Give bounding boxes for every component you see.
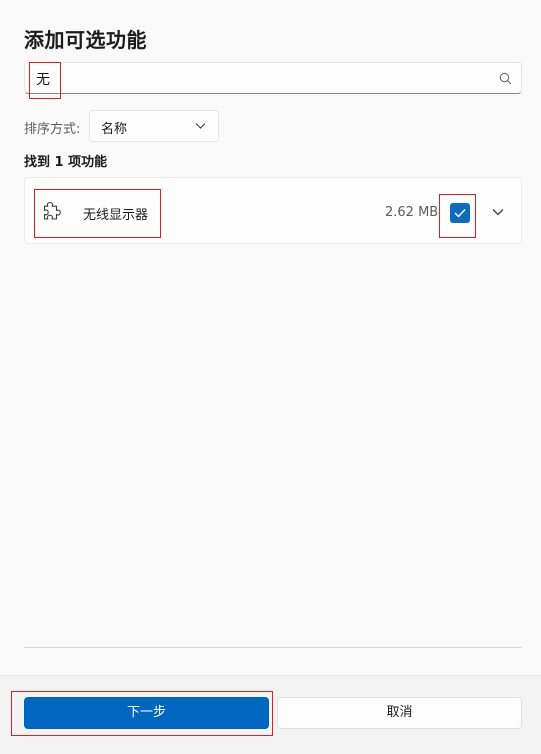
- search-icon[interactable]: [499, 72, 512, 85]
- chevron-down-icon: [195, 123, 206, 129]
- checkmark-icon: [454, 209, 466, 218]
- feature-checkbox[interactable]: [450, 203, 470, 223]
- search-input-value[interactable]: 无: [36, 69, 50, 89]
- cancel-button[interactable]: 取消: [277, 697, 522, 729]
- feature-list-item[interactable]: 无线显示器 2.62 MB: [24, 177, 522, 244]
- divider: [24, 647, 522, 648]
- dialog-content: 添加可选功能 无 排序方式: 名称 找到 1 项功能 无线显示器 2.62 MB: [0, 0, 541, 675]
- expand-chevron-icon[interactable]: [492, 208, 504, 216]
- feature-size: 2.62 MB: [385, 205, 439, 220]
- feature-name: 无线显示器: [83, 208, 149, 223]
- dialog-title: 添加可选功能: [24, 28, 147, 52]
- search-input[interactable]: 无: [24, 62, 522, 94]
- add-optional-feature-dialog: 添加可选功能 无 排序方式: 名称 找到 1 项功能 无线显示器 2.62 MB: [0, 0, 541, 754]
- sort-label: 排序方式:: [24, 122, 81, 137]
- sort-dropdown-value: 名称: [101, 122, 128, 137]
- puzzle-piece-icon: [43, 201, 61, 220]
- results-count: 找到 1 项功能: [24, 155, 108, 170]
- next-button[interactable]: 下一步: [24, 697, 269, 729]
- sort-dropdown[interactable]: 名称: [89, 110, 219, 142]
